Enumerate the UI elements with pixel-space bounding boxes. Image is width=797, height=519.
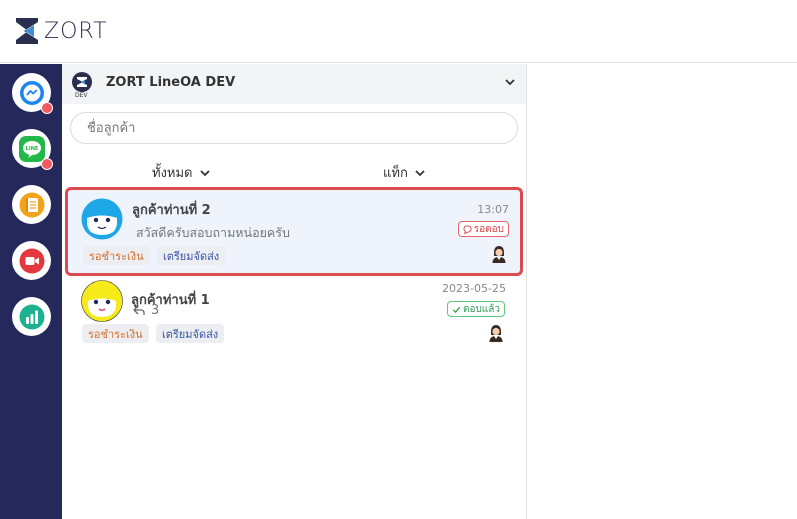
- tag-chip[interactable]: รอชำระเงิน: [83, 246, 150, 265]
- sidebar-item-messenger[interactable]: [12, 73, 53, 114]
- channel-logo-label: DEV: [75, 92, 88, 99]
- filter-all-label: ทั้งหมด: [152, 166, 193, 181]
- video-camera-icon: [19, 248, 44, 273]
- svg-text:LINE: LINE: [25, 146, 38, 152]
- channel-name: ZORT LineOA DEV: [106, 75, 236, 90]
- customer-avatar: [81, 280, 123, 322]
- agent-avatar-icon: [492, 246, 506, 263]
- sidebar-item-line[interactable]: LINE: [12, 129, 53, 170]
- channel-logo: DEV: [70, 71, 96, 99]
- chat-bubble-icon: [463, 224, 472, 234]
- line-icon: LINE: [18, 135, 45, 162]
- check-icon: [452, 306, 461, 313]
- tag-chip[interactable]: เตรียมจัดส่ง: [156, 324, 225, 343]
- sidebar-item-notes[interactable]: [12, 185, 51, 224]
- status-badge-label: ตอบแล้ว: [462, 303, 500, 315]
- customer-name: ลูกค้าท่านที่ 2: [132, 203, 211, 218]
- brand-logo[interactable]: ZORT: [16, 18, 108, 44]
- reply-count: 3: [133, 303, 159, 318]
- notification-dot: [41, 158, 53, 170]
- conversation-area: [527, 64, 797, 519]
- customer-avatar: [81, 198, 123, 240]
- messenger-icon: [19, 80, 44, 105]
- tag-chip[interactable]: รอชำระเงิน: [82, 324, 149, 343]
- channel-selector[interactable]: DEV ZORT LineOA DEV: [62, 64, 526, 104]
- chat-time: 2023-05-25: [442, 282, 506, 295]
- chevron-down-icon: [199, 169, 210, 176]
- filter-tag-dropdown[interactable]: แท็ก: [383, 162, 426, 183]
- notebook-icon: [19, 192, 44, 217]
- last-message: สวัสดีครับสอบถามหน่อยครับ: [136, 225, 290, 240]
- tag-chip[interactable]: เตรียมจัดส่ง: [157, 246, 226, 265]
- chat-list-item[interactable]: ลูกค้าท่านที่ 1 2023-05-25 ตอบแล้ว: [62, 278, 526, 364]
- filter-tag-label: แท็ก: [383, 166, 408, 181]
- filter-all-dropdown[interactable]: ทั้งหมด: [152, 162, 211, 183]
- reply-arrow-icon: [133, 305, 145, 315]
- zort-logo-icon: [16, 18, 38, 44]
- brand-name: ZORT: [44, 18, 108, 44]
- chat-list-panel: DEV ZORT LineOA DEV ทั้งหมด แท็ก ลูกค้าท…: [62, 64, 527, 519]
- chat-list-item[interactable]: ลูกค้าท่านที่ 2 13:07 สวัสดีครับสอบถามหน…: [65, 187, 523, 276]
- top-bar: ZORT: [0, 0, 797, 63]
- channel-sidebar: LINE: [0, 64, 62, 519]
- notification-dot: [41, 102, 53, 114]
- sidebar-item-analytics[interactable]: [12, 297, 51, 336]
- chevron-down-icon: [505, 79, 515, 86]
- customer-search-input[interactable]: [70, 112, 518, 144]
- status-badge: ตอบแล้ว: [446, 301, 505, 317]
- reply-count-value: 3: [151, 303, 160, 318]
- sidebar-item-video[interactable]: [12, 241, 51, 280]
- bar-chart-icon: [19, 304, 44, 329]
- status-badge-label: รอตอบ: [473, 223, 504, 235]
- chat-time: 13:07: [477, 203, 509, 216]
- status-badge: รอตอบ: [457, 221, 509, 237]
- chevron-down-icon: [415, 169, 425, 176]
